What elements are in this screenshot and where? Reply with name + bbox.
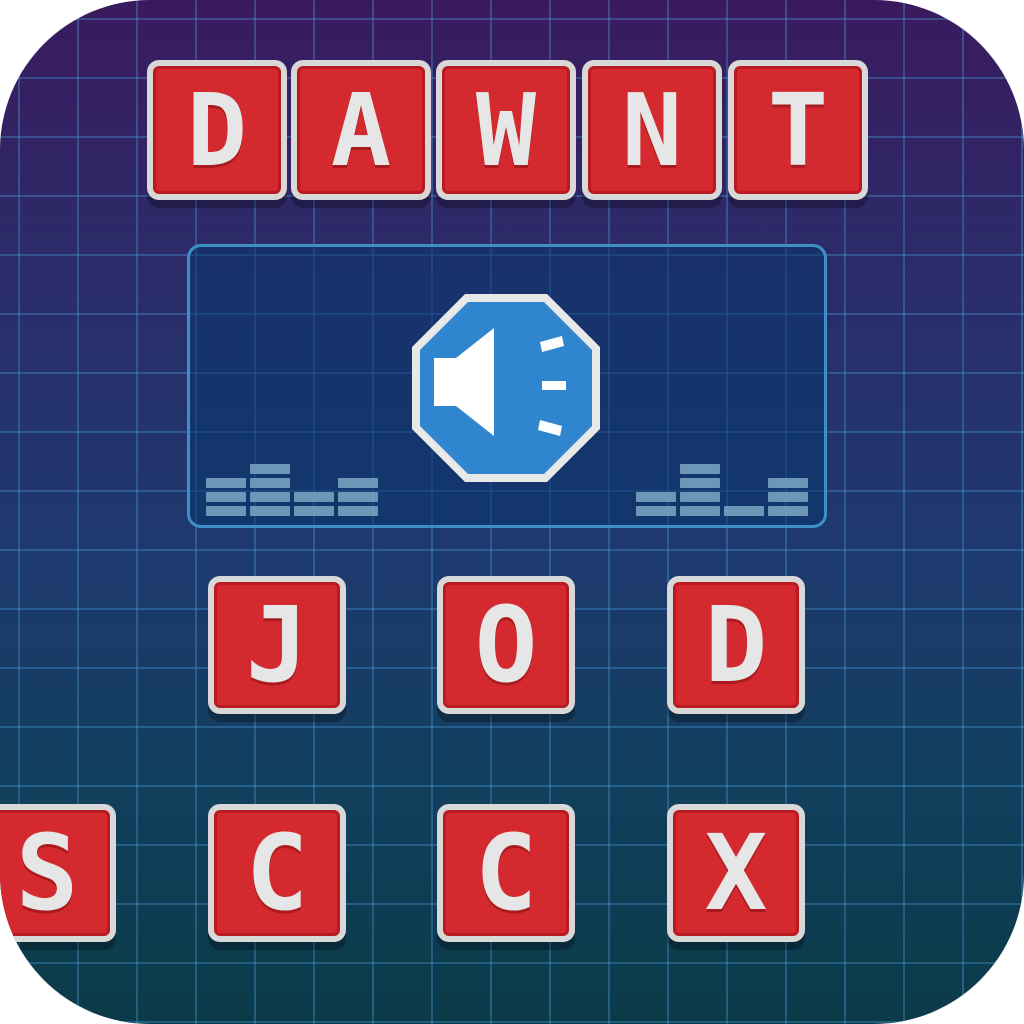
answer-tile-3[interactable]: D xyxy=(667,576,805,714)
answer-tile-2[interactable]: O xyxy=(437,576,575,714)
title-tile-4: N xyxy=(582,60,722,200)
answer-tile-1[interactable]: J xyxy=(208,576,346,714)
play-audio-button[interactable] xyxy=(408,290,604,486)
title-tile-5: T xyxy=(728,60,868,200)
letter-tile-1[interactable]: S xyxy=(0,804,116,942)
equalizer-left-icon xyxy=(206,458,380,516)
title-tile-3: W xyxy=(436,60,576,200)
letter-tile-2[interactable]: C xyxy=(208,804,346,942)
game-screen: D A W N T J O D S C C X xyxy=(0,0,1024,1024)
title-tile-1: D xyxy=(147,60,287,200)
equalizer-right-icon xyxy=(636,458,810,516)
title-tile-2: A xyxy=(291,60,431,200)
letter-tile-4[interactable]: X xyxy=(667,804,805,942)
letter-tile-3[interactable]: C xyxy=(437,804,575,942)
